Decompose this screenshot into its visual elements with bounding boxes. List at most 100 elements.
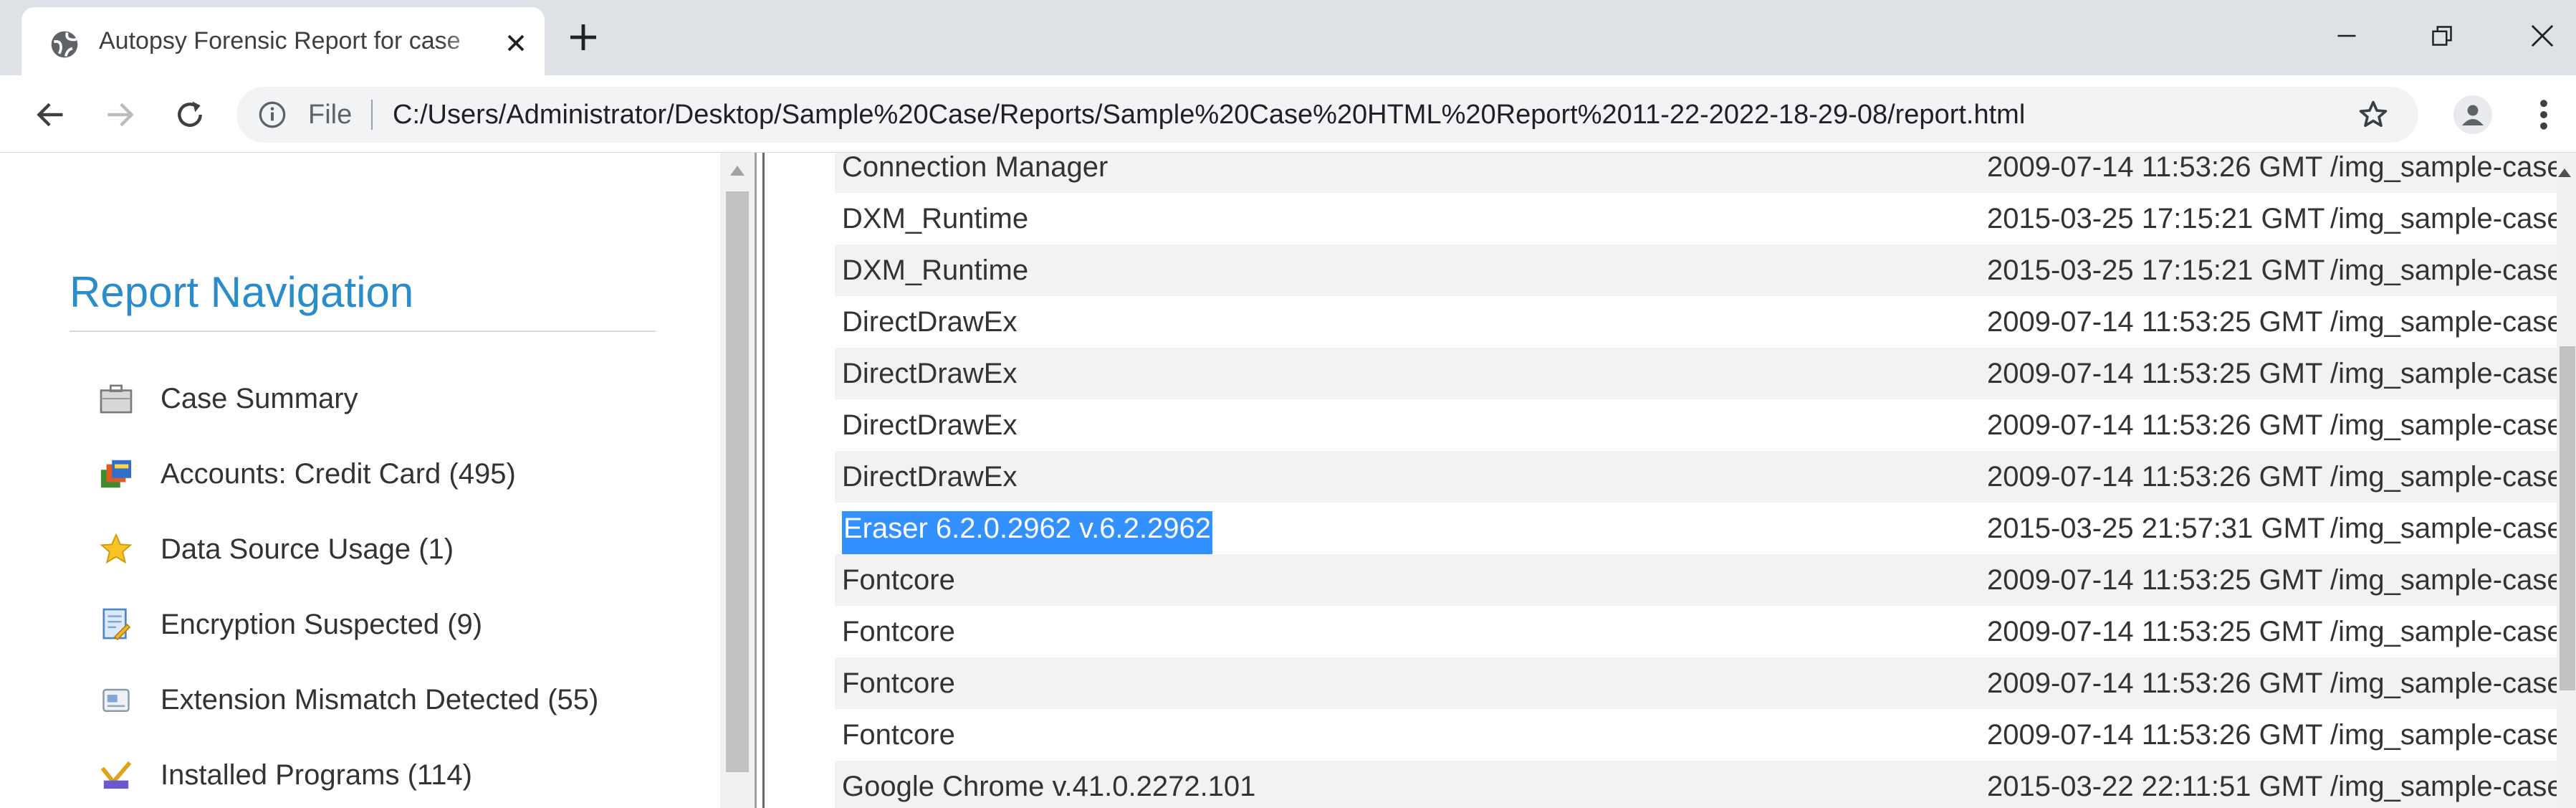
date-cell: 2015-03-22 22:11:51 GMT xyxy=(1987,771,2323,802)
nav-item-label[interactable]: Data Source Usage (1) xyxy=(161,533,454,566)
url-text[interactable]: C:/Users/Administrator/Desktop/Sample%20… xyxy=(393,87,2025,143)
table-row: Connection Manager 2009-07-14 11:53:26 G… xyxy=(835,153,2576,193)
address-separator xyxy=(371,100,373,130)
globe-icon xyxy=(49,29,80,60)
nav-item-case-summary[interactable]: Case Summary xyxy=(99,374,358,424)
scheme-label: File xyxy=(308,100,353,130)
encrypted-file-icon xyxy=(99,607,133,642)
program-name-cell: DirectDrawEx xyxy=(842,358,1018,389)
program-name-cell: Connection Manager xyxy=(842,153,1109,183)
path-cell: /img_sample-case.dd/vo xyxy=(2330,771,2576,802)
date-cell: 2009-07-14 11:53:26 GMT xyxy=(1987,667,2323,699)
nav-item-extension-mismatch[interactable]: Extension Mismatch Detected (55) xyxy=(99,675,598,725)
nav-item-label[interactable]: Extension Mismatch Detected (55) xyxy=(161,684,598,716)
path-cell: /img_sample-case.dd/vo xyxy=(2330,358,2576,389)
program-name-cell: Google Chrome v.41.0.2272.101 xyxy=(842,771,1256,802)
table-row: Fontcore 2009-07-14 11:53:25 GMT /img_sa… xyxy=(835,554,2576,606)
mismatch-icon xyxy=(99,683,133,717)
browser-toolbar: File C:/Users/Administrator/Desktop/Samp… xyxy=(0,75,2576,153)
table-row: Fontcore 2009-07-14 11:53:25 GMT /img_sa… xyxy=(835,606,2576,657)
table-row: DXM_Runtime 2015-03-25 17:15:21 GMT /img… xyxy=(835,244,2576,296)
table-row: Fontcore 2009-07-14 11:53:26 GMT /img_sa… xyxy=(835,657,2576,709)
program-name-cell: DirectDrawEx xyxy=(842,461,1018,493)
table-row: DirectDrawEx 2009-07-14 11:53:25 GMT /im… xyxy=(835,348,2576,399)
date-cell: 2015-03-25 21:57:31 GMT xyxy=(1987,513,2325,544)
tab-title: Autopsy Forensic Report for case xyxy=(99,27,461,54)
date-cell: 2015-03-25 17:15:21 GMT xyxy=(1987,255,2325,286)
content-scrollbar-thumb[interactable] xyxy=(2560,346,2575,690)
star-icon xyxy=(99,532,133,566)
date-cell: 2009-07-14 11:53:26 GMT xyxy=(1987,719,2323,751)
nav-item-label[interactable]: Case Summary xyxy=(161,383,358,415)
report-navigation-pane: Report Navigation Case Summary Accounts:… xyxy=(0,153,770,808)
new-tab-icon[interactable] xyxy=(566,20,600,54)
date-cell: 2015-03-25 17:15:21 GMT xyxy=(1987,203,2325,234)
nav-divider xyxy=(70,331,656,332)
path-cell: /img_sample-case.dd/vo xyxy=(2330,719,2576,751)
program-name-cell: Fontcore xyxy=(842,564,955,596)
content-scrollbar[interactable] xyxy=(2557,153,2576,808)
program-name-cell: Fontcore xyxy=(842,719,955,751)
program-name-cell: Fontcore xyxy=(842,616,955,647)
nav-item-installed-programs[interactable]: Installed Programs (114) xyxy=(99,750,472,800)
table-row: DXM_Runtime 2015-03-25 17:15:21 GMT /img… xyxy=(835,193,2576,244)
info-icon[interactable] xyxy=(258,100,287,129)
date-cell: 2009-07-14 11:53:25 GMT xyxy=(1987,616,2323,647)
nav-item-label[interactable]: Encryption Suspected (9) xyxy=(161,609,482,641)
installed-programs-icon xyxy=(99,758,133,792)
date-cell: 2009-07-14 11:53:25 GMT xyxy=(1987,564,2323,596)
path-cell: /img_sample-case.dd/vo xyxy=(2330,306,2576,338)
profile-avatar-icon[interactable] xyxy=(2453,95,2492,134)
close-window-icon[interactable] xyxy=(2521,14,2564,57)
close-tab-icon[interactable] xyxy=(500,27,532,59)
table-row: DirectDrawEx 2009-07-14 11:53:26 GMT /im… xyxy=(835,399,2576,451)
program-name-cell: DXM_Runtime xyxy=(842,203,1029,234)
credit-card-icon xyxy=(99,457,133,491)
program-name-cell: Fontcore xyxy=(842,667,955,699)
frame-divider[interactable] xyxy=(755,153,765,808)
address-bar[interactable]: File C:/Users/Administrator/Desktop/Samp… xyxy=(236,87,2418,143)
nav-item-data-source-usage[interactable]: Data Source Usage (1) xyxy=(99,524,454,574)
nav-item-credit-card[interactable]: Accounts: Credit Card (495) xyxy=(99,449,516,499)
path-cell: /img_sample-case.dd/vo xyxy=(2330,461,2576,493)
table-row: Google Chrome v.41.0.2272.101 2015-03-22… xyxy=(835,761,2576,808)
more-menu-icon[interactable] xyxy=(2529,95,2558,134)
table-row: DirectDrawEx 2009-07-14 11:53:26 GMT /im… xyxy=(835,451,2576,503)
nav-item-label[interactable]: Installed Programs (114) xyxy=(161,759,472,792)
path-cell: /img_sample-case.dd/vo xyxy=(2330,203,2576,234)
nav-scrollbar-thumb[interactable] xyxy=(726,191,749,772)
report-content-pane: Connection Manager 2009-07-14 11:53:26 G… xyxy=(767,153,2576,808)
date-cell: 2009-07-14 11:53:25 GMT xyxy=(1987,358,2323,389)
date-cell: 2009-07-14 11:53:26 GMT xyxy=(1987,461,2323,493)
table-row-selected: Eraser 6.2.0.2962 v.6.2.2962 2015-03-25 … xyxy=(835,503,2576,563)
path-cell: /img_sample-case.dd/vo xyxy=(2330,564,2576,596)
date-cell: 2009-07-14 11:53:26 GMT xyxy=(1987,409,2323,441)
program-name-cell: DirectDrawEx xyxy=(842,306,1018,338)
nav-item-encryption-suspected[interactable]: Encryption Suspected (9) xyxy=(99,599,482,650)
path-cell: /img_sample-case.dd/vo xyxy=(2330,616,2576,647)
browser-tab[interactable]: Autopsy Forensic Report for case xyxy=(21,7,545,75)
nav-scrollbar[interactable] xyxy=(720,153,755,808)
back-icon[interactable] xyxy=(32,95,70,134)
briefcase-icon xyxy=(99,381,133,416)
date-cell: 2009-07-14 11:53:26 GMT xyxy=(1987,153,2323,183)
nav-heading: Report Navigation xyxy=(70,268,414,316)
path-cell: /img_sample-case.dd/vo xyxy=(2330,255,2576,286)
table-row: DirectDrawEx 2009-07-14 11:53:25 GMT /im… xyxy=(835,296,2576,348)
program-name-cell: DirectDrawEx xyxy=(842,409,1018,441)
tab-strip: Autopsy Forensic Report for case xyxy=(0,0,2576,75)
path-cell: /img_sample-case.dd/vo xyxy=(2330,409,2576,441)
minimize-icon[interactable] xyxy=(2325,14,2368,57)
scroll-up-arrow-icon[interactable] xyxy=(730,166,744,176)
restore-icon[interactable] xyxy=(2421,14,2464,57)
nav-item-label[interactable]: Accounts: Credit Card (495) xyxy=(161,458,516,490)
path-cell: /img_sample-case.dd/vo xyxy=(2330,667,2576,699)
reload-icon[interactable] xyxy=(171,95,209,134)
table-row: Fontcore 2009-07-14 11:53:26 GMT /img_sa… xyxy=(835,709,2576,761)
path-cell: /img_sample-case.dd/vo xyxy=(2330,513,2576,544)
scroll-up-arrow-icon[interactable] xyxy=(2558,168,2571,177)
bookmark-star-icon[interactable] xyxy=(2357,99,2389,130)
program-name-cell: DXM_Runtime xyxy=(842,255,1029,286)
date-cell: 2009-07-14 11:53:25 GMT xyxy=(1987,306,2323,338)
forward-icon[interactable] xyxy=(100,95,139,134)
